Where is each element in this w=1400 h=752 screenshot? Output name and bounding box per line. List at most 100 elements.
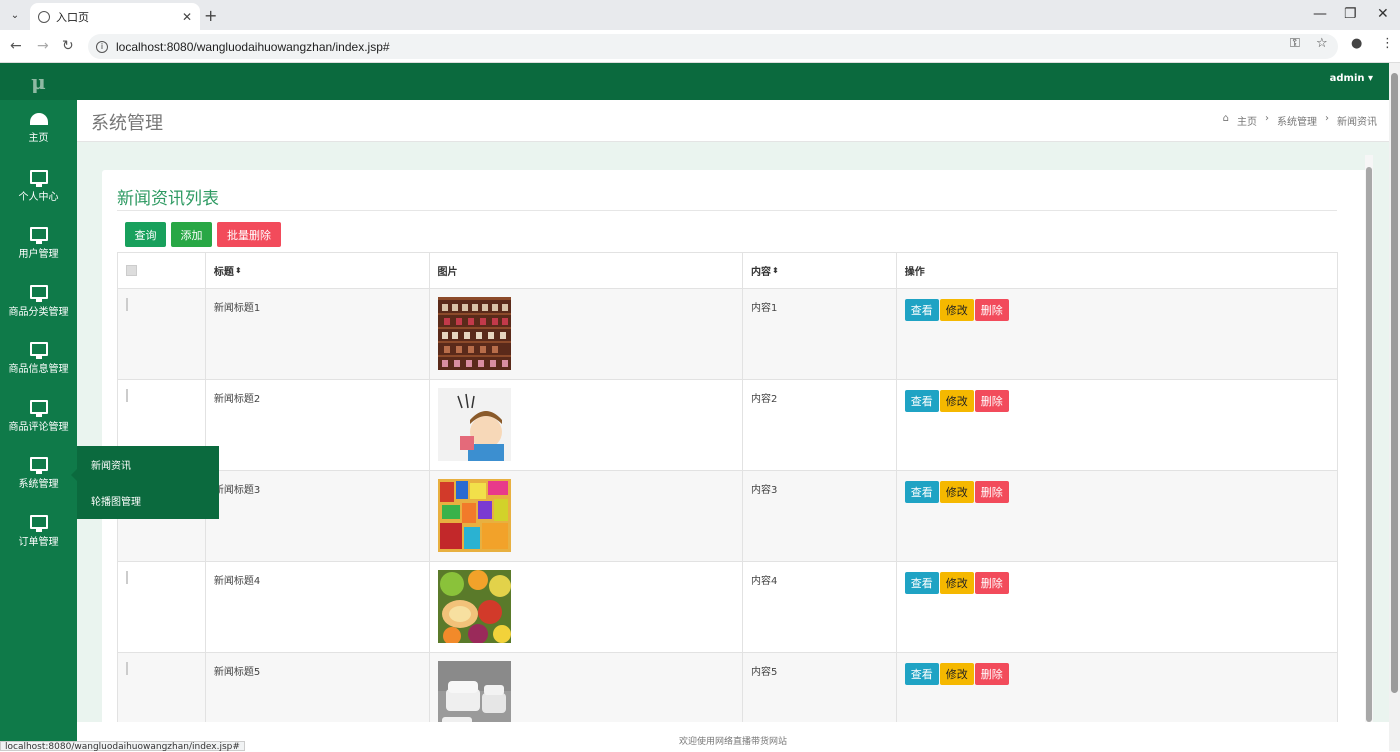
delete-button[interactable]: 删除: [974, 299, 1009, 321]
sidebar: μ 主页 个人中心 用户管理 商品分类管理 商品信息管理 商品评论管理 系统管理…: [0, 63, 77, 751]
sidebar-item-category-management[interactable]: 商品分类管理: [0, 273, 77, 331]
reload-icon[interactable]: ↻: [62, 38, 74, 54]
monitor-icon: [29, 284, 48, 302]
new-tab-icon[interactable]: +: [204, 6, 217, 25]
row-checkbox[interactable]: [126, 662, 128, 675]
sidebar-item-product-management[interactable]: 商品信息管理: [0, 330, 77, 388]
edit-button[interactable]: 修改: [939, 390, 974, 412]
browser-menu-icon[interactable]: ⋮: [1381, 36, 1394, 51]
select-all-checkbox[interactable]: [126, 265, 137, 276]
delete-button[interactable]: 删除: [974, 390, 1009, 412]
table-row: 新闻标题1 内容1 查看 修改 删除: [118, 289, 1337, 380]
sidebar-item-order-management[interactable]: 订单管理: [0, 503, 77, 561]
sidebar-item-label: 系统管理: [18, 479, 59, 491]
view-button[interactable]: 查看: [904, 572, 939, 594]
close-tab-icon[interactable]: ✕: [182, 10, 192, 24]
table-row: 新闻标题3 内容3 查看 修改 删除: [118, 471, 1337, 562]
footer: 欢迎使用网络直播带货网站: [77, 722, 1389, 751]
news-thumbnail[interactable]: [437, 570, 511, 645]
sidebar-item-user-management[interactable]: 用户管理: [0, 215, 77, 273]
row-checkbox[interactable]: [126, 571, 128, 584]
header-title[interactable]: 标题 ⬍: [206, 253, 430, 288]
view-button[interactable]: 查看: [904, 481, 939, 503]
row-title: 新闻标题3: [206, 471, 430, 561]
row-content: 内容2: [743, 380, 897, 470]
breadcrumb-current: 新闻资讯: [1337, 117, 1377, 128]
row-title: 新闻标题2: [206, 380, 430, 470]
news-thumbnail[interactable]: [437, 661, 511, 722]
window-close-icon[interactable]: ✕: [1377, 6, 1389, 22]
monitor-icon: [29, 457, 48, 475]
news-table: 标题 ⬍ 图片 内容 ⬍ 操作 新闻标题1 内容1 查看 修改 删除 新闻标题2…: [117, 252, 1338, 722]
row-content: 内容3: [743, 471, 897, 561]
browser-tabbar: ⌄ 入口页 ✕ + — ❐ ✕: [0, 0, 1400, 30]
view-button[interactable]: 查看: [904, 390, 939, 412]
news-thumbnail[interactable]: [437, 297, 511, 370]
column-header-label: 操作: [904, 267, 925, 278]
tab-search-icon[interactable]: ⌄: [6, 6, 24, 24]
sidebar-item-label: 商品分类管理: [8, 306, 69, 318]
chevron-right-icon: ›: [1265, 113, 1269, 124]
page-title: 系统管理: [91, 113, 163, 134]
row-checkbox[interactable]: [126, 389, 128, 402]
back-icon[interactable]: ←: [10, 38, 22, 54]
sidebar-item-system-management[interactable]: 系统管理: [0, 445, 77, 503]
scrollbar-thumb[interactable]: [1391, 73, 1398, 693]
delete-button[interactable]: 删除: [974, 663, 1009, 685]
edit-button[interactable]: 修改: [939, 663, 974, 685]
url-field[interactable]: i localhost:8080/wangluodaihuowangzhan/i…: [88, 34, 1338, 59]
edit-button[interactable]: 修改: [939, 481, 974, 503]
view-button[interactable]: 查看: [904, 663, 939, 685]
page-scrollbar[interactable]: [1389, 63, 1400, 751]
sidebar-item-label: 订单管理: [18, 536, 59, 548]
submenu-item-carousel[interactable]: 轮播图管理: [77, 482, 219, 518]
app-logo[interactable]: μ: [0, 63, 77, 100]
edit-button[interactable]: 修改: [939, 299, 974, 321]
table-row: 新闻标题2 内容2 查看 修改 删除: [118, 380, 1337, 471]
monitor-icon: [29, 399, 48, 417]
breadcrumb: ⌂ 主页 › 系统管理 › 新闻资讯: [1223, 113, 1377, 128]
row-checkbox[interactable]: [126, 298, 128, 311]
breadcrumb-home[interactable]: 主页: [1237, 113, 1257, 128]
dashboard-icon: [29, 113, 48, 126]
sidebar-item-personal-center[interactable]: 个人中心: [0, 158, 77, 216]
site-info-icon[interactable]: i: [96, 40, 108, 53]
address-bar: ← → ↻ i localhost:8080/wangluodaihuowang…: [0, 30, 1400, 63]
delete-button[interactable]: 删除: [974, 572, 1009, 594]
scrollbar-thumb[interactable]: [1366, 167, 1372, 722]
search-button[interactable]: 查询: [125, 222, 166, 247]
minimize-icon[interactable]: —: [1313, 6, 1327, 22]
news-thumbnail[interactable]: [437, 479, 511, 552]
page-header: 系统管理 ⌂ 主页 › 系统管理 › 新闻资讯: [77, 100, 1389, 142]
table-header-row: 标题 ⬍ 图片 内容 ⬍ 操作: [118, 253, 1337, 289]
content-scrollbar[interactable]: [1365, 155, 1373, 722]
chevron-right-icon: ›: [1325, 113, 1329, 124]
bookmark-star-icon[interactable]: ☆: [1316, 36, 1328, 51]
header-content[interactable]: 内容 ⬍: [743, 253, 897, 288]
sort-icon[interactable]: ⬍: [235, 266, 242, 275]
batch-delete-button[interactable]: 批量删除: [217, 222, 281, 247]
profile-icon[interactable]: ●: [1351, 36, 1362, 51]
sort-icon[interactable]: ⬍: [772, 266, 779, 275]
submenu-item-news[interactable]: 新闻资讯: [77, 446, 219, 482]
sidebar-item-home[interactable]: 主页: [0, 100, 77, 158]
view-button[interactable]: 查看: [904, 299, 939, 321]
news-thumbnail[interactable]: [437, 388, 511, 461]
user-menu[interactable]: admin ▾: [1330, 73, 1373, 84]
sidebar-item-label: 用户管理: [18, 249, 59, 261]
monitor-icon: [29, 169, 48, 187]
card-title: 新闻资讯列表: [117, 189, 219, 209]
forward-icon[interactable]: →: [37, 38, 49, 54]
column-header-label: 图片: [437, 267, 458, 278]
row-title: 新闻标题1: [206, 289, 430, 379]
breadcrumb-system[interactable]: 系统管理: [1277, 113, 1317, 128]
delete-button[interactable]: 删除: [974, 481, 1009, 503]
restore-icon[interactable]: ❐: [1344, 6, 1357, 22]
password-key-icon[interactable]: ⚿: [1290, 36, 1300, 51]
add-button[interactable]: 添加: [171, 222, 212, 247]
edit-button[interactable]: 修改: [939, 572, 974, 594]
browser-tab[interactable]: 入口页 ✕: [30, 3, 200, 30]
sidebar-item-review-management[interactable]: 商品评论管理: [0, 388, 77, 446]
header-image: 图片: [430, 253, 743, 288]
column-header-label: 内容: [751, 267, 771, 278]
